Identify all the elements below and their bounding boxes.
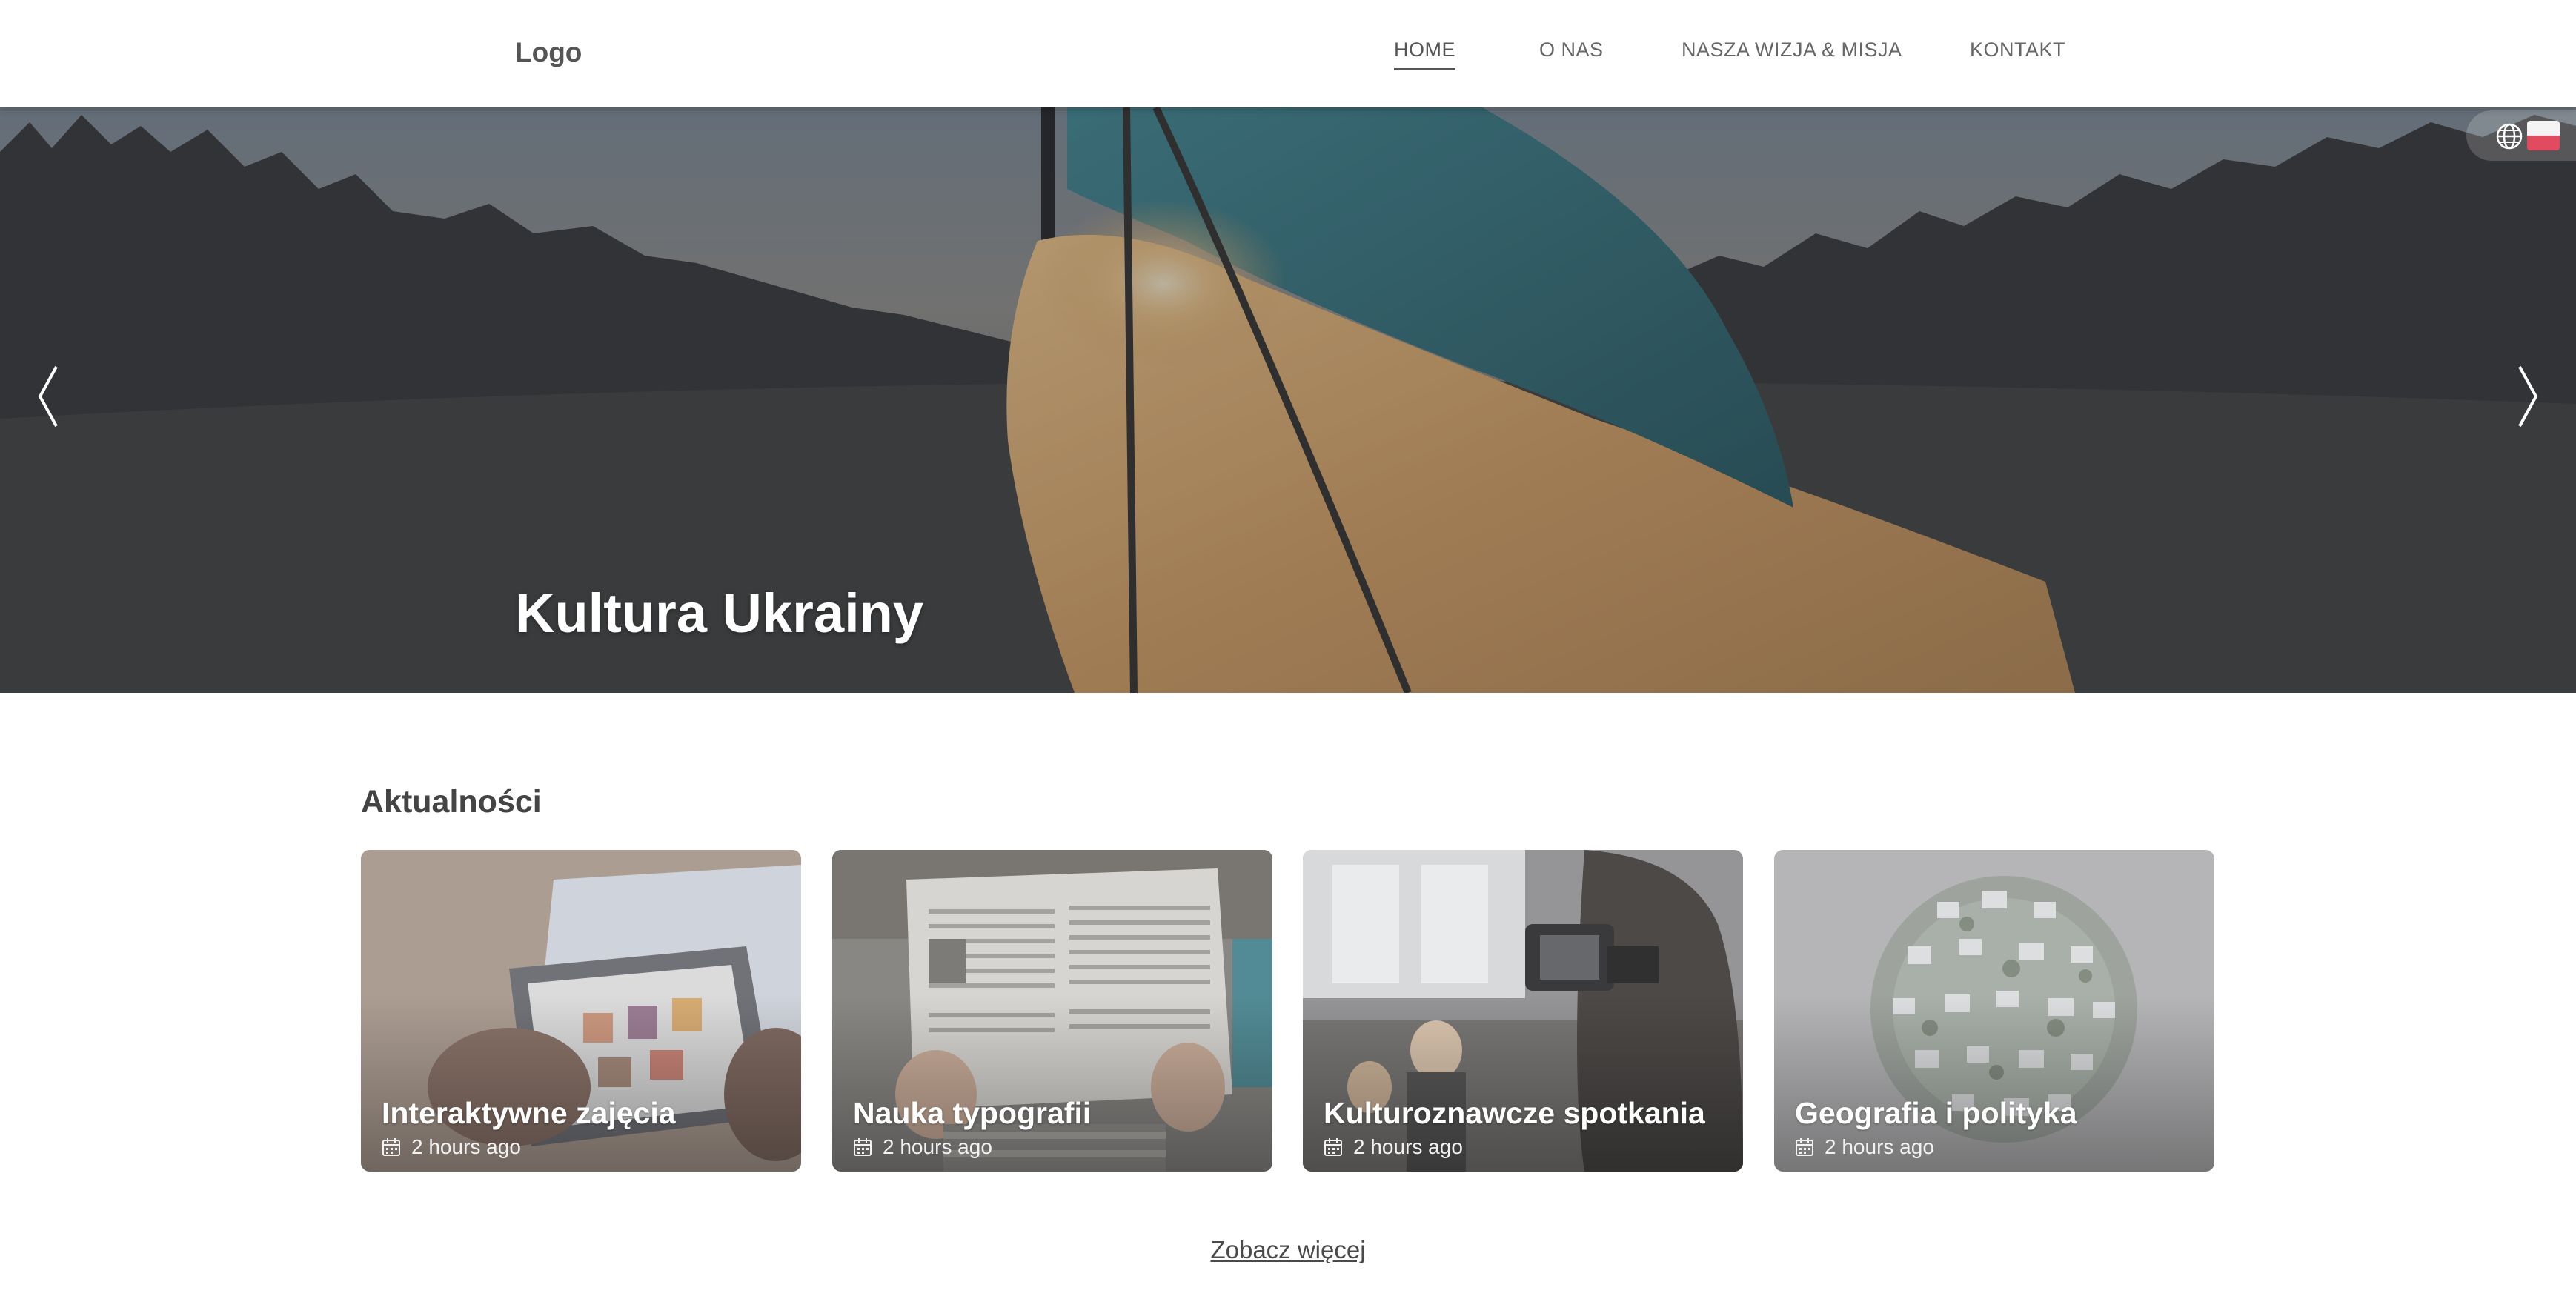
nav-kontakt[interactable]: KONTAKT — [1970, 39, 2065, 62]
card-title: Kulturoznawcze spotkania — [1324, 1096, 1705, 1130]
calendar-icon — [382, 1138, 400, 1156]
see-more-link[interactable]: Zobacz więcej — [1210, 1236, 1365, 1263]
card-meta: 2 hours ago — [1795, 1135, 1934, 1159]
card-meta: 2 hours ago — [1324, 1135, 1463, 1159]
slider-prev-button[interactable] — [30, 359, 67, 433]
card-title: Interaktywne zajęcia — [382, 1096, 676, 1130]
card-title: Geografia i polityka — [1795, 1096, 2077, 1130]
slider-next-button[interactable] — [2509, 359, 2546, 433]
card-time: 2 hours ago — [411, 1135, 521, 1158]
hero-slider: Kultura Ukrainy — [0, 107, 2576, 693]
chevron-left-icon — [38, 366, 58, 427]
nav-o-nas[interactable]: O NAS — [1539, 39, 1604, 62]
calendar-icon — [854, 1138, 872, 1156]
news-card[interactable]: Kulturoznawcze spotkania 2 hours ago — [1303, 850, 1743, 1172]
nav-home-label: HOME — [1394, 39, 1455, 61]
nav-active-underline — [1394, 68, 1455, 70]
news-card[interactable]: Nauka typografii 2 hours ago — [832, 850, 1272, 1172]
hero-image — [0, 107, 2576, 693]
calendar-icon — [1796, 1138, 1813, 1156]
card-meta: 2 hours ago — [382, 1135, 521, 1159]
calendar-icon — [1324, 1138, 1342, 1156]
language-switcher[interactable] — [2466, 110, 2576, 161]
news-card[interactable]: Interaktywne zajęcia 2 hours ago — [361, 850, 801, 1172]
card-time: 2 hours ago — [883, 1135, 992, 1158]
card-title: Nauka typografii — [853, 1096, 1092, 1130]
chevron-right-icon — [2518, 366, 2538, 427]
hero-title: Kultura Ukrainy — [515, 582, 924, 644]
pl-flag-icon[interactable] — [2527, 121, 2560, 150]
news-card[interactable]: Geografia i polityka 2 hours ago — [1774, 850, 2214, 1172]
card-meta: 2 hours ago — [853, 1135, 992, 1159]
site-header: Logo HOME O NAS NASZA WIZJA & MISJA KONT… — [0, 0, 2576, 107]
card-time: 2 hours ago — [1825, 1135, 1934, 1158]
nav-home[interactable]: HOME — [1394, 39, 1455, 70]
see-more-container: Zobacz więcej — [0, 1236, 2576, 1264]
news-section-title: Aktualności — [361, 784, 542, 820]
logo[interactable]: Logo — [515, 37, 582, 68]
globe-icon — [2496, 123, 2523, 150]
nav-wizja-misja[interactable]: NASZA WIZJA & MISJA — [1682, 39, 1902, 62]
card-time: 2 hours ago — [1353, 1135, 1463, 1158]
